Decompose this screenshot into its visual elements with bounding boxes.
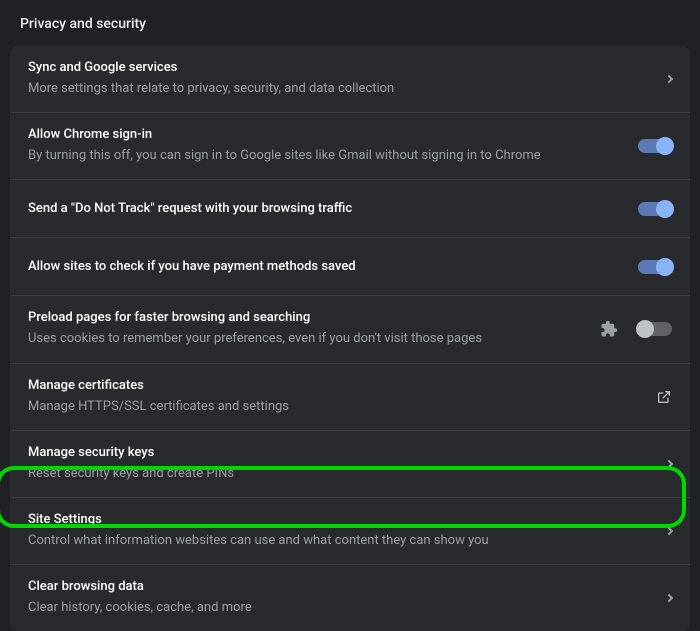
row-title: Site Settings	[28, 512, 654, 527]
row-text: Preload pages for faster browsing and se…	[28, 310, 588, 348]
row-controls	[654, 528, 672, 534]
row-title: Manage security keys	[28, 445, 654, 460]
row-text: Send a "Do Not Track" request with your …	[28, 201, 626, 216]
row-controls	[654, 461, 672, 467]
row-desc: By turning this off, you can sign in to …	[28, 147, 626, 165]
row-desc: Manage HTTPS/SSL certificates and settin…	[28, 398, 644, 416]
row-clear-browsing-data[interactable]: Clear browsing data Clear history, cooki…	[10, 565, 690, 631]
row-controls	[654, 76, 672, 82]
row-manage-security-keys[interactable]: Manage security keys Reset security keys…	[10, 431, 690, 498]
row-controls	[626, 139, 672, 153]
row-title: Manage certificates	[28, 378, 644, 393]
row-desc: Uses cookies to remember your preference…	[28, 330, 588, 348]
toggle-payment-methods[interactable]	[638, 260, 672, 274]
row-text: Clear browsing data Clear history, cooki…	[28, 579, 654, 617]
row-title: Allow Chrome sign-in	[28, 127, 626, 142]
settings-panel: Sync and Google services More settings t…	[10, 46, 690, 631]
row-text: Allow Chrome sign-in By turning this off…	[28, 127, 626, 165]
row-controls	[654, 595, 672, 601]
row-allow-chrome-signin[interactable]: Allow Chrome sign-in By turning this off…	[10, 113, 690, 180]
row-sync-google-services[interactable]: Sync and Google services More settings t…	[10, 46, 690, 113]
row-payment-methods[interactable]: Allow sites to check if you have payment…	[10, 238, 690, 296]
row-site-settings[interactable]: Site Settings Control what information w…	[10, 498, 690, 565]
row-controls	[626, 260, 672, 274]
row-controls	[626, 202, 672, 216]
row-text: Manage certificates Manage HTTPS/SSL cer…	[28, 378, 644, 416]
toggle-preload-pages[interactable]	[638, 322, 672, 336]
open-external-icon	[656, 389, 672, 405]
chevron-right-icon	[665, 594, 673, 602]
row-title: Send a "Do Not Track" request with your …	[28, 201, 626, 216]
row-desc: Clear history, cookies, cache, and more	[28, 599, 654, 617]
row-text: Sync and Google services More settings t…	[28, 60, 654, 98]
toggle-do-not-track[interactable]	[638, 202, 672, 216]
row-desc: More settings that relate to privacy, se…	[28, 80, 654, 98]
row-controls	[644, 389, 672, 405]
row-text: Allow sites to check if you have payment…	[28, 259, 626, 274]
row-title: Preload pages for faster browsing and se…	[28, 310, 588, 325]
row-preload-pages[interactable]: Preload pages for faster browsing and se…	[10, 296, 690, 363]
row-desc: Control what information websites can us…	[28, 532, 654, 550]
row-manage-certificates[interactable]: Manage certificates Manage HTTPS/SSL cer…	[10, 364, 690, 431]
chevron-right-icon	[665, 527, 673, 535]
extension-puzzle-icon	[600, 320, 618, 338]
chevron-right-icon	[665, 75, 673, 83]
row-text: Manage security keys Reset security keys…	[28, 445, 654, 483]
row-text: Site Settings Control what information w…	[28, 512, 654, 550]
page-title: Privacy and security	[0, 0, 700, 46]
row-do-not-track[interactable]: Send a "Do Not Track" request with your …	[10, 180, 690, 238]
row-desc: Reset security keys and create PINs	[28, 465, 654, 483]
row-title: Sync and Google services	[28, 60, 654, 75]
toggle-allow-chrome-signin[interactable]	[638, 139, 672, 153]
chevron-right-icon	[665, 460, 673, 468]
row-controls	[588, 320, 672, 338]
row-title: Allow sites to check if you have payment…	[28, 259, 626, 274]
row-title: Clear browsing data	[28, 579, 654, 594]
